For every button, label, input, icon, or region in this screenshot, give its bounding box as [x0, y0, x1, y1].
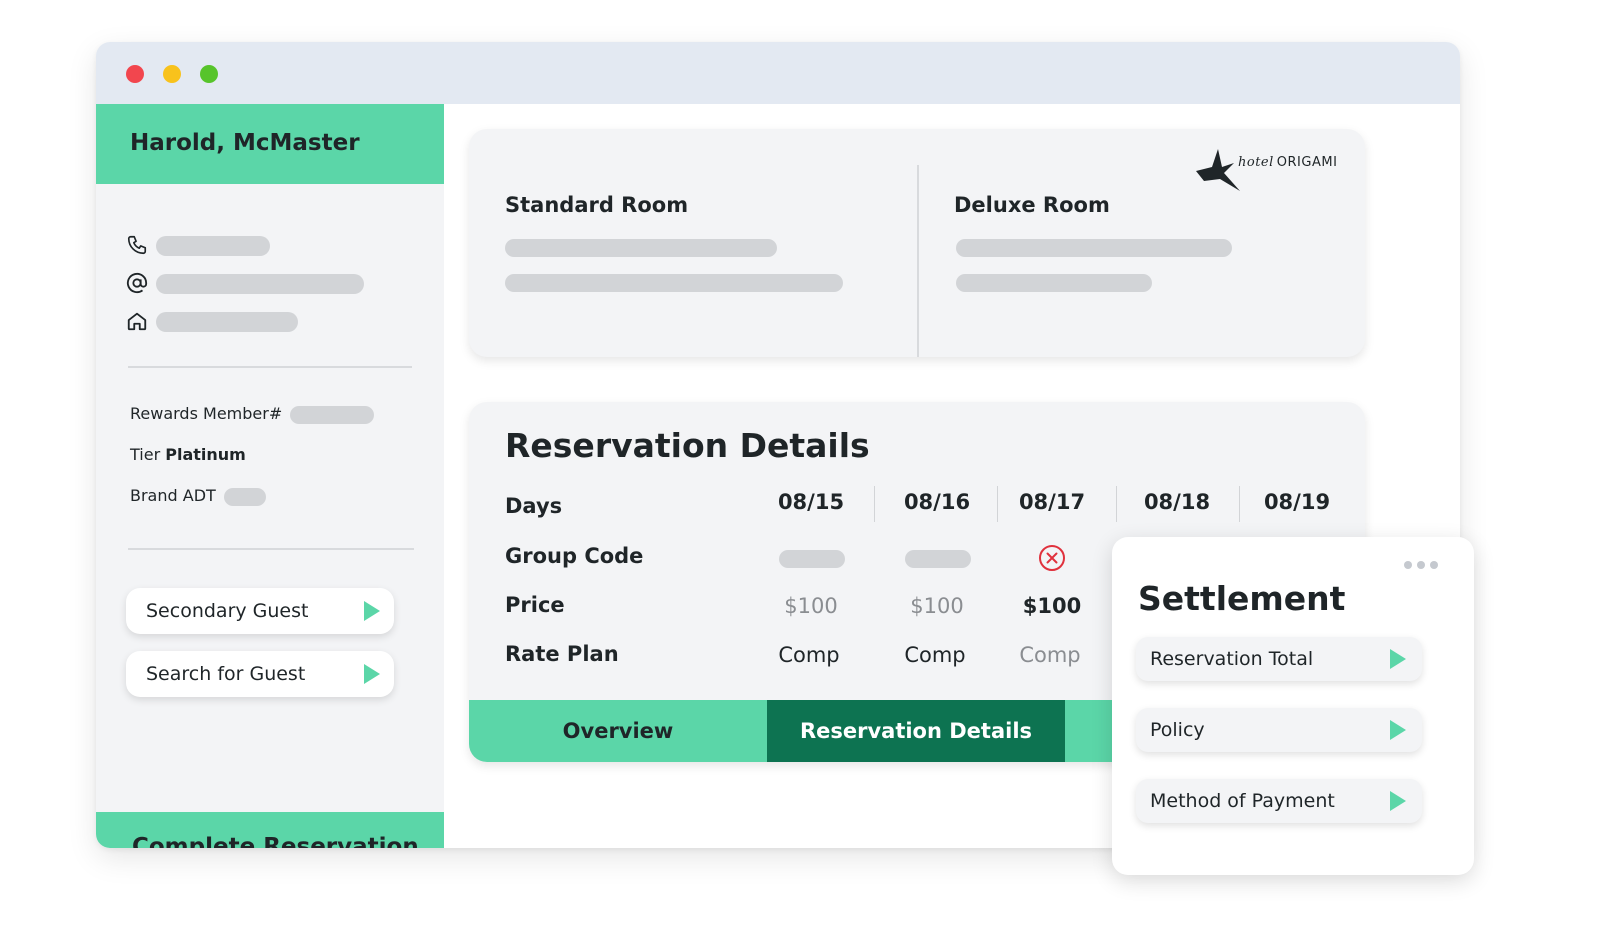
deluxe-room-redacted-line: [956, 239, 1232, 257]
room-comparison-card: Standard Room Deluxe Room hotel ORIGAMI: [469, 129, 1365, 357]
brand-redacted: [223, 487, 266, 506]
rate-plan-cell: Comp: [904, 643, 966, 667]
standard-room-redacted-line: [505, 274, 843, 292]
minimize-window-button[interactable]: [163, 65, 181, 83]
reservation-total-button[interactable]: Reservation Total: [1136, 637, 1422, 681]
play-triangle-icon: [364, 601, 380, 621]
rate-plan-cell: Comp: [1019, 643, 1081, 667]
policy-button[interactable]: Policy: [1136, 708, 1422, 752]
policy-label: Policy: [1150, 719, 1205, 741]
rewards-member-label: Rewards Member#: [130, 404, 283, 423]
play-triangle-icon: [1390, 791, 1406, 811]
complete-reservation-label: Complete Reservation: [132, 834, 419, 848]
price-cell: $100: [1022, 594, 1082, 618]
address-redacted-value: [156, 312, 298, 332]
date-column-header: 08/19: [1263, 490, 1331, 514]
guest-sidebar: Harold, McMaster Rewards Member# Tier Pl…: [96, 104, 444, 848]
tab-overview[interactable]: Overview: [469, 700, 767, 762]
play-triangle-icon: [364, 664, 380, 684]
settlement-panel: Settlement Reservation Total Policy Meth…: [1112, 537, 1474, 875]
date-column-header: 08/16: [903, 490, 971, 514]
brand-label: Brand ADT: [130, 486, 216, 505]
standard-room-title: Standard Room: [505, 193, 689, 217]
guest-header: Harold, McMaster: [96, 104, 444, 184]
maximize-window-button[interactable]: [200, 65, 218, 83]
reservation-total-label: Reservation Total: [1150, 648, 1314, 670]
group-code-label: Group Code: [505, 544, 644, 568]
brand-line: Brand ADT: [130, 486, 266, 506]
tab-reservation-details[interactable]: Reservation Details: [767, 700, 1065, 762]
tier-value: Platinum: [165, 445, 246, 464]
group-code-redacted: [905, 550, 971, 568]
price-cell: $100: [784, 594, 838, 618]
rewards-member-redacted: [290, 405, 375, 424]
date-column-header: 08/18: [1143, 490, 1211, 514]
standard-room-redacted-line: [505, 239, 777, 257]
settlement-title: Settlement: [1138, 579, 1346, 618]
date-column-header: 08/17: [1018, 490, 1086, 514]
reservation-details-title: Reservation Details: [505, 426, 870, 465]
secondary-guest-label: Secondary Guest: [146, 600, 309, 622]
sidebar-divider: [128, 366, 412, 368]
more-options-icon[interactable]: [1404, 561, 1440, 571]
tier-line: Tier Platinum: [130, 445, 246, 464]
search-for-guest-label: Search for Guest: [146, 663, 306, 685]
rate-plan-cell: Comp: [778, 643, 840, 667]
at-sign-icon: [126, 272, 148, 294]
deluxe-room-title: Deluxe Room: [954, 193, 1110, 217]
play-triangle-icon: [1390, 649, 1406, 669]
play-triangle-icon: [1390, 720, 1406, 740]
days-label: Days: [505, 494, 563, 518]
method-of-payment-button[interactable]: Method of Payment: [1136, 779, 1422, 823]
search-for-guest-button[interactable]: Search for Guest: [126, 651, 394, 697]
group-code-redacted: [779, 550, 845, 568]
origami-crane-icon: [1196, 149, 1240, 191]
error-x-icon: [1039, 545, 1065, 571]
secondary-guest-button[interactable]: Secondary Guest: [126, 588, 394, 634]
home-icon: [127, 312, 147, 331]
date-column-separator: [1239, 486, 1240, 522]
deluxe-room-redacted-line: [956, 274, 1152, 292]
complete-reservation-button[interactable]: Complete Reservation: [96, 812, 444, 848]
guest-name: Harold, McMaster: [130, 130, 360, 156]
sidebar-divider: [128, 548, 414, 550]
date-column-header: 08/15: [777, 490, 845, 514]
phone-icon: [127, 235, 147, 255]
close-window-button[interactable]: [126, 65, 144, 83]
price-cell: $100: [910, 594, 964, 618]
hotel-origami-logo: hotel ORIGAMI: [1194, 147, 1344, 195]
phone-redacted-value: [156, 236, 270, 256]
price-label: Price: [505, 593, 565, 617]
date-column-separator: [997, 486, 998, 522]
date-column-separator: [1116, 486, 1117, 522]
title-bar: [96, 42, 1460, 104]
logo-text: hotel ORIGAMI: [1238, 155, 1338, 170]
room-divider: [917, 165, 919, 357]
email-redacted-value: [156, 274, 364, 294]
date-column-separator: [874, 486, 875, 522]
rate-plan-label: Rate Plan: [505, 642, 619, 666]
method-of-payment-label: Method of Payment: [1150, 790, 1335, 812]
tier-label: Tier: [130, 445, 161, 464]
rewards-member-line: Rewards Member#: [130, 404, 375, 424]
